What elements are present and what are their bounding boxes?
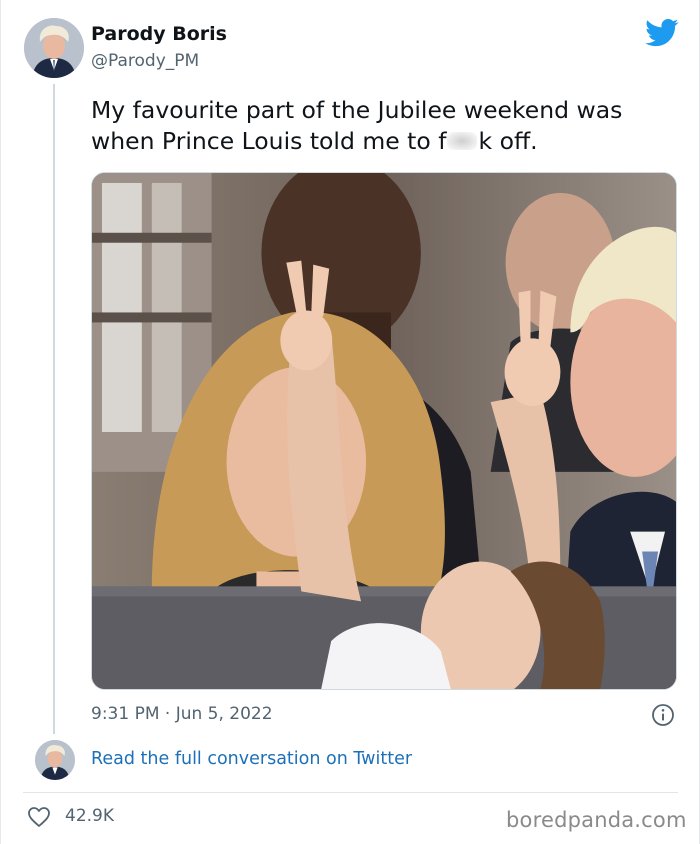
author-display-name[interactable]: Parody Boris bbox=[91, 23, 227, 45]
censor-blur bbox=[447, 132, 478, 150]
read-conversation-link[interactable]: Read the full conversation on Twitter bbox=[91, 749, 412, 769]
info-icon[interactable] bbox=[651, 703, 675, 727]
tweet-text-part-1: My favourite part of the Jubilee weekend… bbox=[91, 96, 623, 155]
tweet-photo[interactable] bbox=[91, 172, 677, 690]
like-count: 42.9K bbox=[65, 806, 114, 826]
author-avatar[interactable] bbox=[24, 18, 84, 78]
twitter-bird-icon[interactable] bbox=[645, 18, 679, 48]
avatar-portrait-small bbox=[35, 740, 75, 780]
watermark: boredpanda.com bbox=[506, 808, 687, 832]
photo-illustration bbox=[92, 173, 676, 689]
divider bbox=[23, 792, 678, 793]
tweet-text: My favourite part of the Jubilee weekend… bbox=[91, 95, 681, 157]
reply-avatar[interactable] bbox=[35, 740, 75, 780]
tweet-timestamp[interactable]: 9:31 PM · Jun 5, 2022 bbox=[91, 704, 273, 724]
tweet-card: Parody Boris @Parody_PM My favourite par… bbox=[0, 0, 700, 844]
tweet-text-part-2: k off. bbox=[478, 127, 538, 155]
avatar-portrait bbox=[24, 18, 84, 78]
author-handle[interactable]: @Parody_PM bbox=[91, 51, 199, 71]
heart-icon[interactable] bbox=[27, 806, 51, 828]
thread-line bbox=[53, 84, 55, 734]
